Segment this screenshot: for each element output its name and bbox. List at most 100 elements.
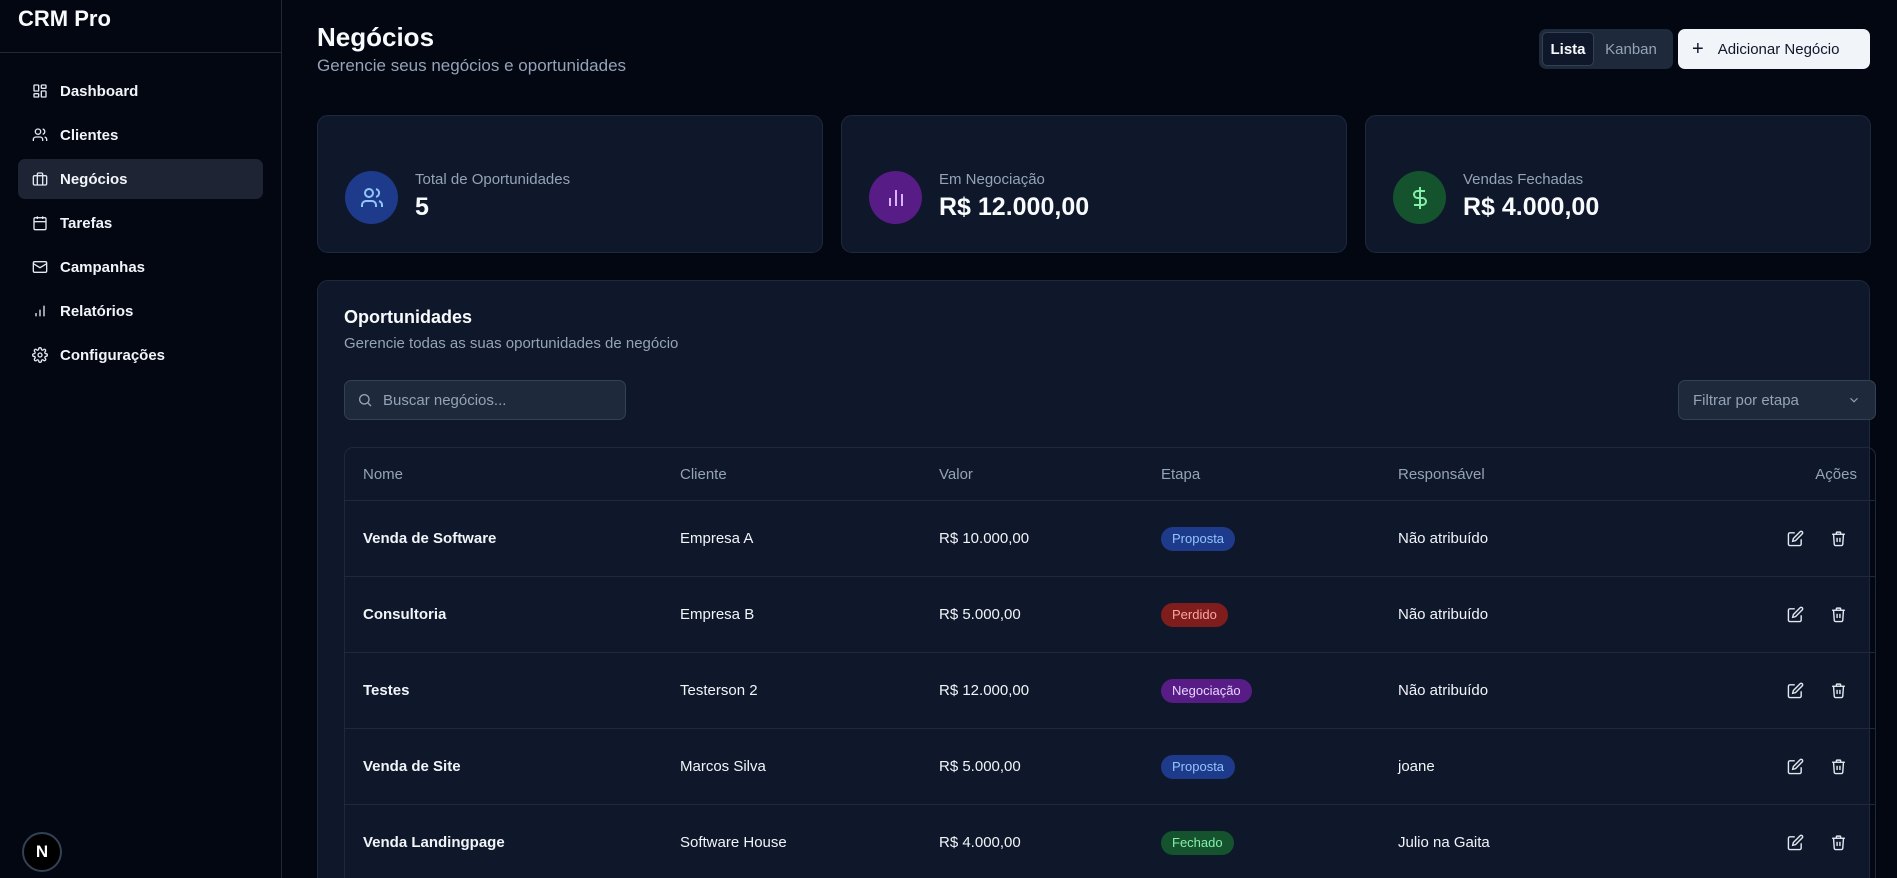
deal-client: Empresa A — [680, 530, 754, 547]
column-header-cliente[interactable]: Cliente — [680, 448, 727, 500]
delete-button[interactable] — [1830, 758, 1847, 775]
table-row[interactable]: Testes Testerson 2 R$ 12.000,00 Negociação N… — [345, 653, 1875, 729]
column-header-nome[interactable]: Nome — [363, 448, 403, 500]
stage-filter-label: Filtrar por etapa — [1693, 391, 1799, 409]
sidebar-nav: Dashboard Clientes Negócios Tarefas Camp… — [0, 53, 281, 375]
stat-icon-circle — [1393, 171, 1446, 224]
dashboard-icon — [33, 84, 47, 98]
stage-filter-select[interactable]: Filtrar por etapa — [1678, 380, 1876, 420]
deal-name: Venda de Site — [363, 758, 461, 775]
table-body: Venda de Software Empresa A R$ 10.000,00 Pr… — [345, 501, 1875, 878]
briefcase-icon — [32, 172, 48, 186]
sidebar-item-configuracoes[interactable]: Configurações — [18, 335, 263, 375]
stage-badge: Perdido — [1161, 602, 1228, 627]
delete-button[interactable] — [1830, 530, 1847, 547]
sidebar-item-relatorios[interactable]: Relatórios — [18, 291, 263, 331]
sidebar: CRM Pro Dashboard Clientes Negócios Tare… — [0, 0, 282, 878]
edit-button[interactable] — [1787, 606, 1804, 623]
edit-button[interactable] — [1787, 834, 1804, 851]
add-deal-button[interactable]: + Adicionar Negócio — [1678, 29, 1870, 69]
sidebar-item-label: Clientes — [60, 126, 119, 144]
trash-icon — [1832, 759, 1845, 775]
row-actions — [1787, 577, 1847, 652]
stat-icon-circle — [869, 171, 922, 224]
column-header-etapa[interactable]: Etapa — [1161, 448, 1200, 500]
sidebar-item-label: Tarefas — [60, 214, 113, 232]
deal-client: Marcos Silva — [680, 758, 766, 775]
delete-button[interactable] — [1830, 606, 1847, 623]
sidebar-item-negocios[interactable]: Negócios — [18, 159, 263, 199]
deal-value: R$ 5.000,00 — [939, 606, 1021, 623]
deal-stage: Perdido — [1161, 577, 1228, 652]
delete-button[interactable] — [1830, 682, 1847, 699]
deal-stage: Negociação — [1161, 653, 1252, 728]
sidebar-item-dashboard[interactable]: Dashboard — [18, 71, 263, 111]
main-content: Negócios Gerencie seus negócios e oportu… — [283, 0, 1897, 878]
sidebar-item-label: Negócios — [60, 170, 128, 188]
add-deal-label: Adicionar Negócio — [1717, 40, 1840, 58]
avatar[interactable]: N — [22, 832, 62, 872]
stat-icon-circle — [345, 171, 398, 224]
edit-icon — [1787, 834, 1804, 851]
stat-card-total: Total de Oportunidades 5 — [317, 115, 823, 253]
deal-value: R$ 5.000,00 — [939, 758, 1021, 775]
search-input[interactable] — [383, 391, 613, 409]
deal-client: Empresa B — [680, 606, 755, 623]
edit-icon — [1787, 606, 1804, 623]
opportunities-table: Nome Cliente Valor Etapa Responsável Açõ… — [344, 447, 1876, 878]
stat-label: Em Negociação — [939, 171, 1045, 188]
stat-value: 5 — [415, 193, 429, 221]
bar-chart-icon — [35, 305, 45, 317]
sidebar-item-label: Relatórios — [60, 302, 134, 320]
view-kanban-button[interactable]: Kanban — [1598, 32, 1664, 66]
chevron-down-icon — [1850, 397, 1858, 403]
view-list-button[interactable]: Lista — [1542, 32, 1594, 66]
sidebar-item-tarefas[interactable]: Tarefas — [18, 203, 263, 243]
delete-button[interactable] — [1830, 834, 1847, 851]
deal-client: Testerson 2 — [680, 682, 758, 699]
dollar-icon — [1412, 186, 1427, 209]
deal-owner: Julio na Gaita — [1398, 834, 1490, 851]
edit-button[interactable] — [1787, 682, 1804, 699]
edit-icon — [1787, 758, 1804, 775]
mail-icon — [32, 261, 48, 273]
row-actions — [1787, 729, 1847, 804]
deal-value: R$ 12.000,00 — [939, 682, 1030, 699]
search-icon — [359, 394, 372, 407]
app-title: CRM Pro — [0, 0, 281, 53]
trash-icon — [1832, 835, 1845, 851]
deal-name: Consultoria — [363, 606, 447, 623]
table-row[interactable]: Venda de Software Empresa A R$ 10.000,00 Pr… — [345, 501, 1875, 577]
deal-stage: Fechado — [1161, 805, 1234, 878]
deal-owner: Não atribuído — [1398, 606, 1489, 623]
stat-value: R$ 12.000,00 — [939, 193, 1090, 221]
stat-label: Total de Oportunidades — [415, 171, 571, 188]
edit-button[interactable] — [1787, 758, 1804, 775]
table-row[interactable]: Venda Landingpage Software House R$ 4.000,… — [345, 805, 1875, 878]
search-box — [344, 380, 626, 420]
opportunities-panel: Oportunidades Gerencie todas as suas opo… — [317, 280, 1876, 878]
row-actions — [1787, 653, 1847, 728]
deal-stage: Proposta — [1161, 501, 1236, 576]
deal-name: Testes — [363, 682, 410, 699]
edit-icon — [1787, 530, 1804, 547]
edit-button[interactable] — [1787, 530, 1804, 547]
trash-icon — [1832, 607, 1845, 623]
sidebar-item-clientes[interactable]: Clientes — [18, 115, 263, 155]
deal-owner: Não atribuído — [1398, 682, 1489, 699]
stat-card-fechadas: Vendas Fechadas R$ 4.000,00 — [1365, 115, 1871, 253]
users-icon — [360, 187, 383, 207]
calendar-icon — [33, 216, 47, 231]
column-header-valor[interactable]: Valor — [939, 448, 973, 500]
table-row[interactable]: Venda de Site Marcos Silva R$ 5.000,00 Prop… — [345, 729, 1875, 805]
plus-icon: + — [1692, 38, 1704, 60]
column-header-responsavel[interactable]: Responsável — [1398, 448, 1485, 500]
page-title: Negócios — [317, 22, 435, 52]
column-header-acoes: Ações — [1815, 465, 1857, 483]
panel-title: Oportunidades — [344, 307, 473, 327]
stage-badge: Negociação — [1161, 678, 1252, 703]
table-row[interactable]: Consultoria Empresa B R$ 5.000,00 Perdido Nã… — [345, 577, 1875, 653]
sidebar-item-campanhas[interactable]: Campanhas — [18, 247, 263, 287]
view-toggle: Lista Kanban — [1539, 29, 1673, 69]
deal-client: Software House — [680, 834, 787, 851]
